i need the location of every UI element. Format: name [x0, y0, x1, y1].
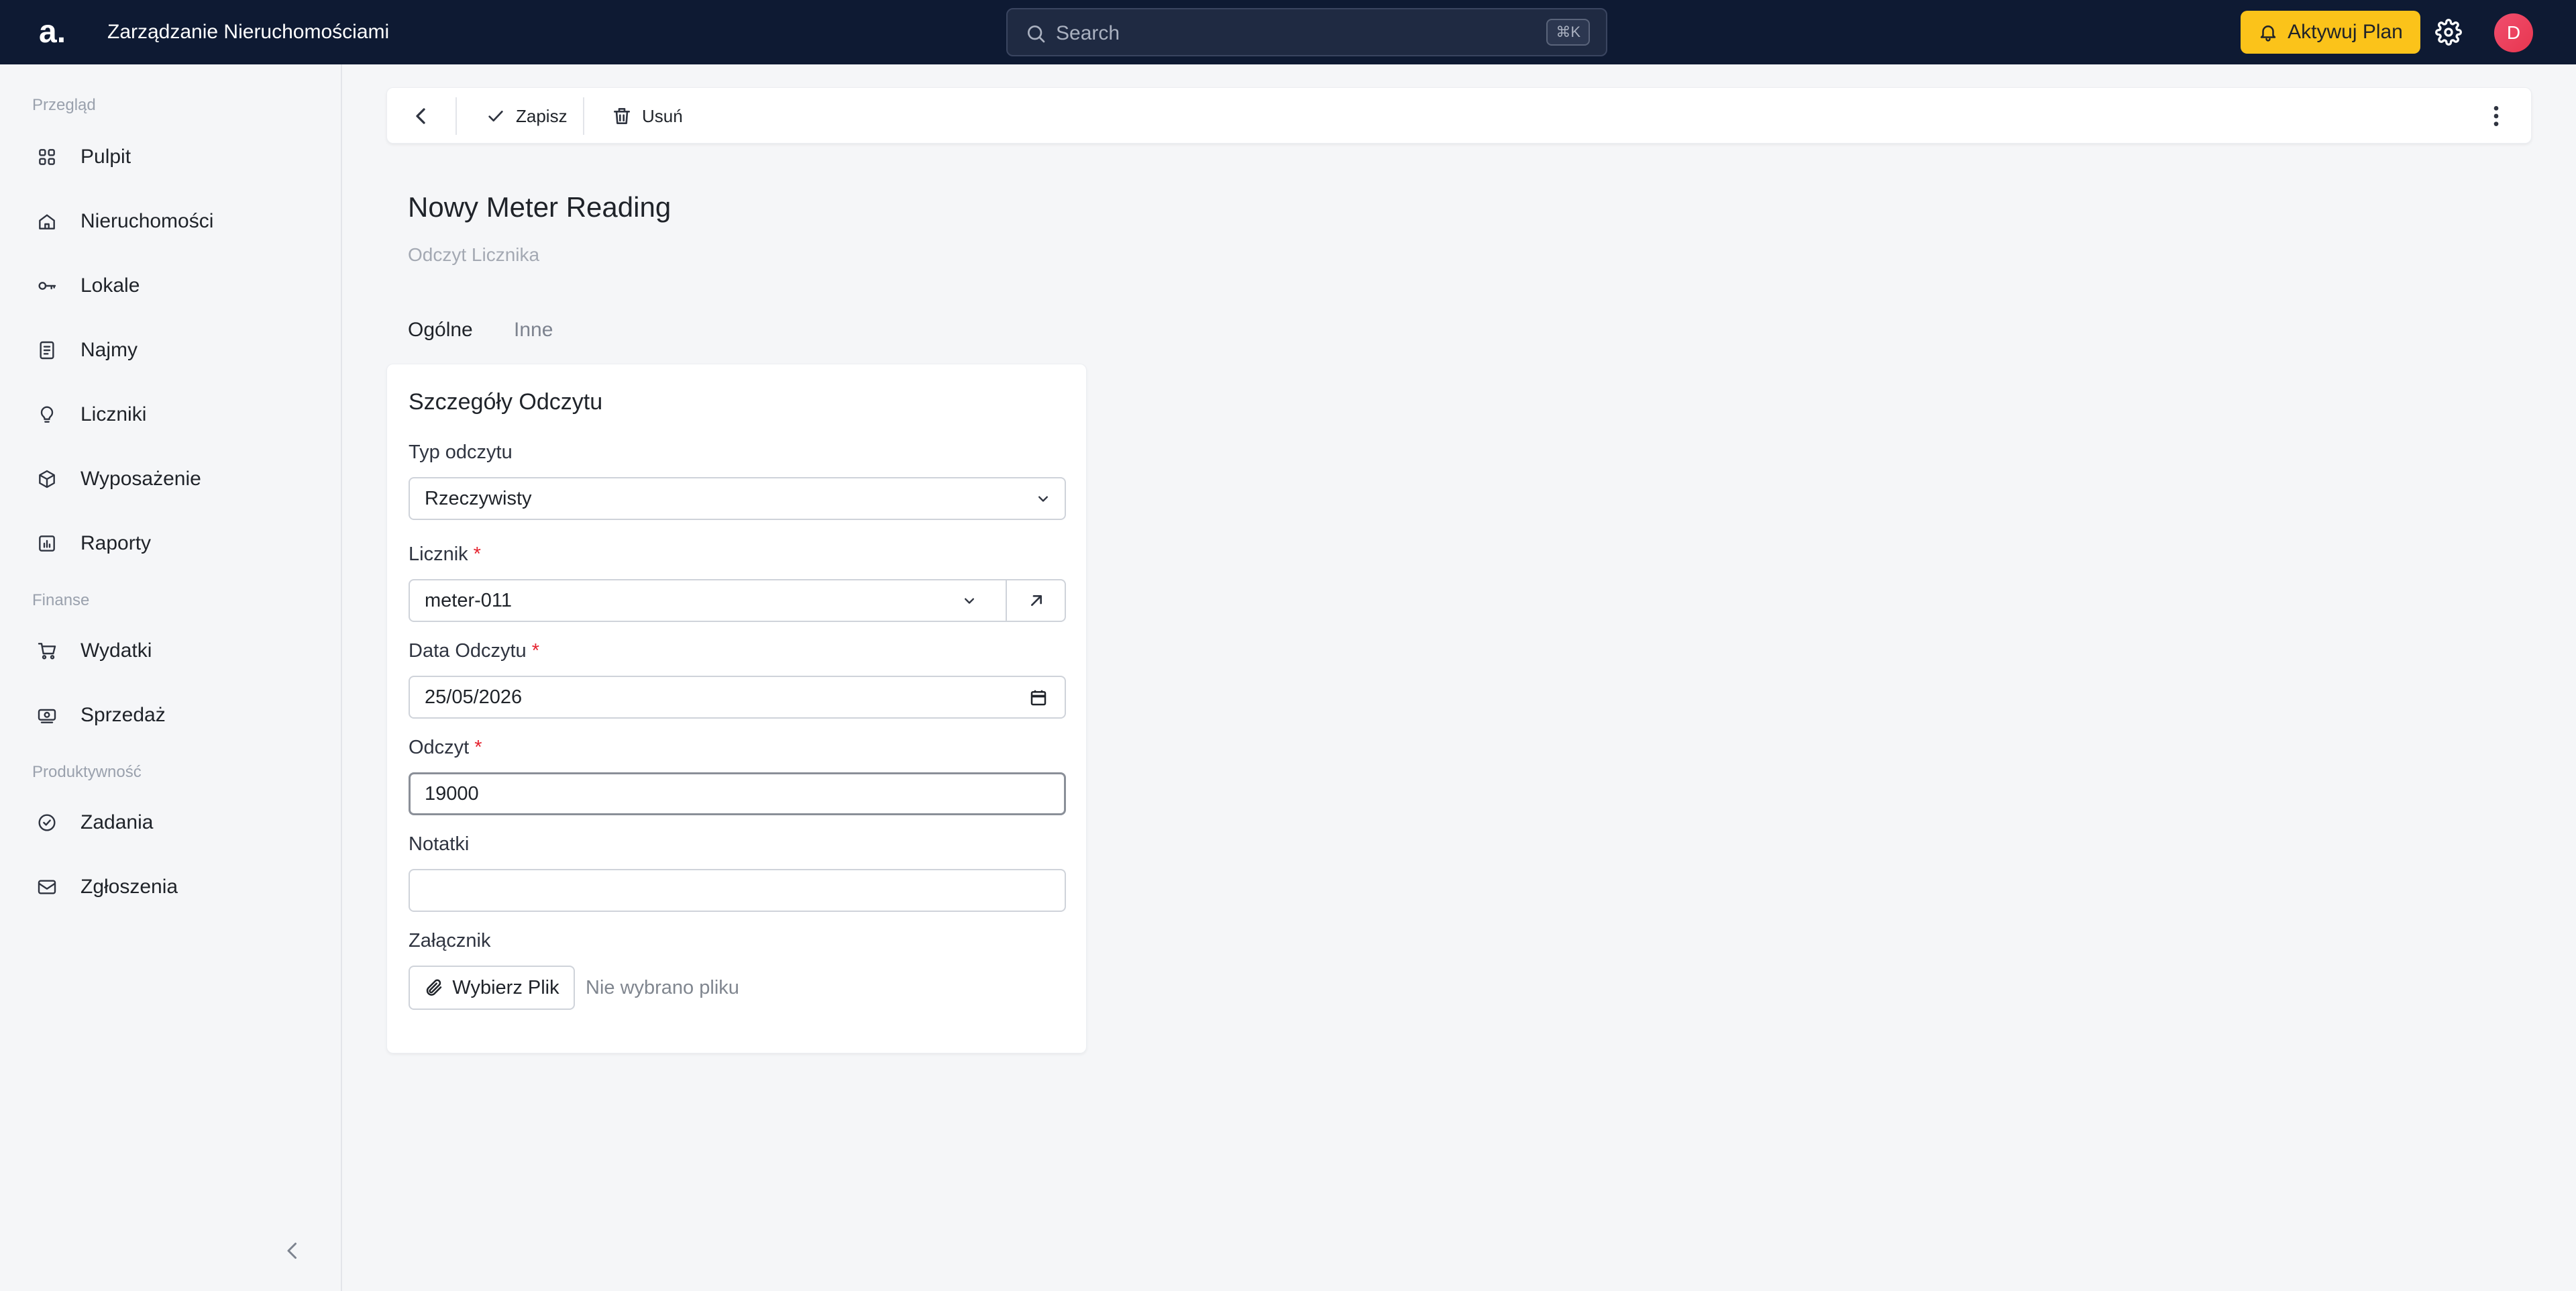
- dashboard-icon: [39, 149, 55, 165]
- tab-other[interactable]: Inne: [514, 317, 553, 344]
- choose-file-button[interactable]: Wybierz Plik: [409, 966, 575, 1010]
- check-icon: [488, 111, 503, 121]
- box-icon: [39, 470, 55, 488]
- key-icon: [38, 282, 56, 290]
- sidebar-item-label: Najmy: [80, 339, 138, 361]
- attachment-label: Załącznik: [409, 930, 491, 951]
- search-shortcut-badge: ⌘K: [1546, 19, 1590, 46]
- sidebar-item-label: Wydatki: [80, 639, 152, 662]
- sidebar-item-properties[interactable]: Nieruchomości: [27, 199, 322, 244]
- reading-label: Odczyt *: [409, 735, 482, 760]
- calendar-icon[interactable]: [1028, 688, 1049, 708]
- notes-input[interactable]: [409, 869, 1066, 912]
- upgrade-plan-label: Aktywuj Plan: [2288, 21, 2403, 43]
- sidebar: Przegląd Pulpit Nieruchomości Lokale Naj…: [0, 64, 342, 1291]
- sidebar-item-equipment[interactable]: Wyposażenie: [27, 456, 322, 502]
- save-button-label: Zapisz: [516, 105, 568, 126]
- sidebar-item-expenses[interactable]: Wydatki: [27, 628, 322, 674]
- app-title: Zarządzanie Nieruchomościami: [107, 21, 390, 43]
- tab-general[interactable]: Ogólne: [408, 317, 473, 344]
- reading-input[interactable]: 19000: [409, 772, 1066, 815]
- reading-details-card: Szczegóły Odczytu Typ odczytu Rzeczywist…: [386, 364, 1087, 1053]
- search-input[interactable]: Search: [1056, 20, 1120, 47]
- money-icon: [38, 709, 56, 723]
- chevron-down-icon: [965, 598, 974, 604]
- meter-value: meter-011: [425, 590, 513, 611]
- bulb-icon: [40, 406, 54, 423]
- page-title: Nowy Meter Reading: [408, 191, 672, 223]
- toolbar-divider: [583, 97, 584, 135]
- required-mark: *: [474, 737, 482, 758]
- mail-icon: [38, 880, 56, 894]
- sidebar-section-productivity: Produktywność: [32, 763, 142, 781]
- gear-icon[interactable]: [2435, 19, 2462, 46]
- delete-button-label: Usuń: [642, 105, 683, 126]
- report-icon: [39, 535, 55, 552]
- file-status-text: Nie wybrano pliku: [586, 977, 739, 998]
- sidebar-section-overview: Przegląd: [32, 96, 96, 114]
- sidebar-item-tasks[interactable]: Zadania: [27, 800, 322, 845]
- sidebar-item-label: Liczniki: [80, 403, 147, 425]
- app-logo[interactable]: a.: [39, 13, 74, 51]
- sidebar-item-sales[interactable]: Sprzedaż: [27, 692, 322, 738]
- save-button[interactable]: Zapisz: [485, 103, 568, 130]
- sidebar-item-label: Lokale: [80, 274, 140, 297]
- delete-button[interactable]: Usuń: [611, 103, 683, 130]
- sidebar-item-label: Nieruchomości: [80, 210, 214, 232]
- search-bar[interactable]: Search ⌘K: [1006, 8, 1607, 56]
- reading-value: 19000: [425, 783, 479, 805]
- reading-date-label: Data Odczytu *: [409, 638, 539, 664]
- sidebar-item-leases[interactable]: Najmy: [27, 327, 322, 373]
- card-title: Szczegóły Odczytu: [409, 389, 603, 415]
- meter-label: Licznik *: [409, 541, 481, 567]
- check-circle-icon: [38, 814, 56, 831]
- external-link-icon: [1031, 595, 1042, 606]
- search-icon: [1028, 25, 1045, 43]
- page-subtitle: Odczyt Licznika: [408, 244, 540, 265]
- meter-select[interactable]: meter-011: [409, 579, 1066, 622]
- notes-label: Notatki: [409, 833, 470, 855]
- reading-date-value: 25/05/2026: [425, 686, 523, 708]
- document-icon: [40, 341, 54, 360]
- sidebar-item-label: Raporty: [80, 532, 152, 554]
- sidebar-item-units[interactable]: Lokale: [27, 263, 322, 309]
- sidebar-item-label: Pulpit: [80, 146, 131, 168]
- paperclip-icon: [427, 979, 442, 996]
- required-mark: *: [473, 544, 481, 565]
- reading-date-label-text: Data Odczytu: [409, 640, 527, 662]
- sidebar-item-reports[interactable]: Raporty: [27, 521, 322, 566]
- sidebar-section-finance: Finanse: [32, 591, 90, 609]
- more-options-icon[interactable]: [2483, 103, 2510, 130]
- reading-date-input[interactable]: 25/05/2026: [409, 676, 1066, 719]
- sidebar-collapse-icon[interactable]: [280, 1239, 305, 1263]
- bell-icon: [2260, 25, 2276, 42]
- cart-icon: [38, 643, 56, 660]
- reading-type-label: Typ odczytu: [409, 442, 513, 463]
- choose-file-label: Wybierz Plik: [452, 976, 559, 998]
- chevron-down-icon: [1038, 496, 1048, 502]
- record-toolbar: Zapisz Usuń: [386, 87, 2532, 144]
- sidebar-item-label: Zadania: [80, 811, 154, 833]
- trash-icon: [614, 108, 630, 124]
- home-icon: [39, 214, 55, 229]
- toolbar-divider: [455, 97, 457, 135]
- sidebar-item-dashboard[interactable]: Pulpit: [27, 134, 322, 180]
- reading-type-value: Rzeczywisty: [425, 488, 532, 509]
- user-avatar[interactable]: D: [2494, 13, 2533, 52]
- upgrade-plan-button[interactable]: Aktywuj Plan: [2241, 11, 2420, 54]
- required-mark: *: [531, 640, 539, 662]
- top-bar: a. Zarządzanie Nieruchomościami Search ⌘…: [0, 0, 2576, 64]
- sidebar-item-label: Sprzedaż: [80, 704, 166, 726]
- reading-label-text: Odczyt: [409, 737, 470, 758]
- open-meter-button[interactable]: [1006, 580, 1065, 621]
- sidebar-item-label: Wyposażenie: [80, 468, 201, 490]
- reading-type-select[interactable]: Rzeczywisty: [409, 477, 1066, 520]
- sidebar-item-label: Zgłoszenia: [80, 876, 178, 898]
- back-icon[interactable]: [407, 103, 434, 130]
- meter-label-text: Licznik: [409, 544, 468, 565]
- sidebar-item-meters[interactable]: Liczniki: [27, 392, 322, 437]
- sidebar-item-requests[interactable]: Zgłoszenia: [27, 864, 322, 910]
